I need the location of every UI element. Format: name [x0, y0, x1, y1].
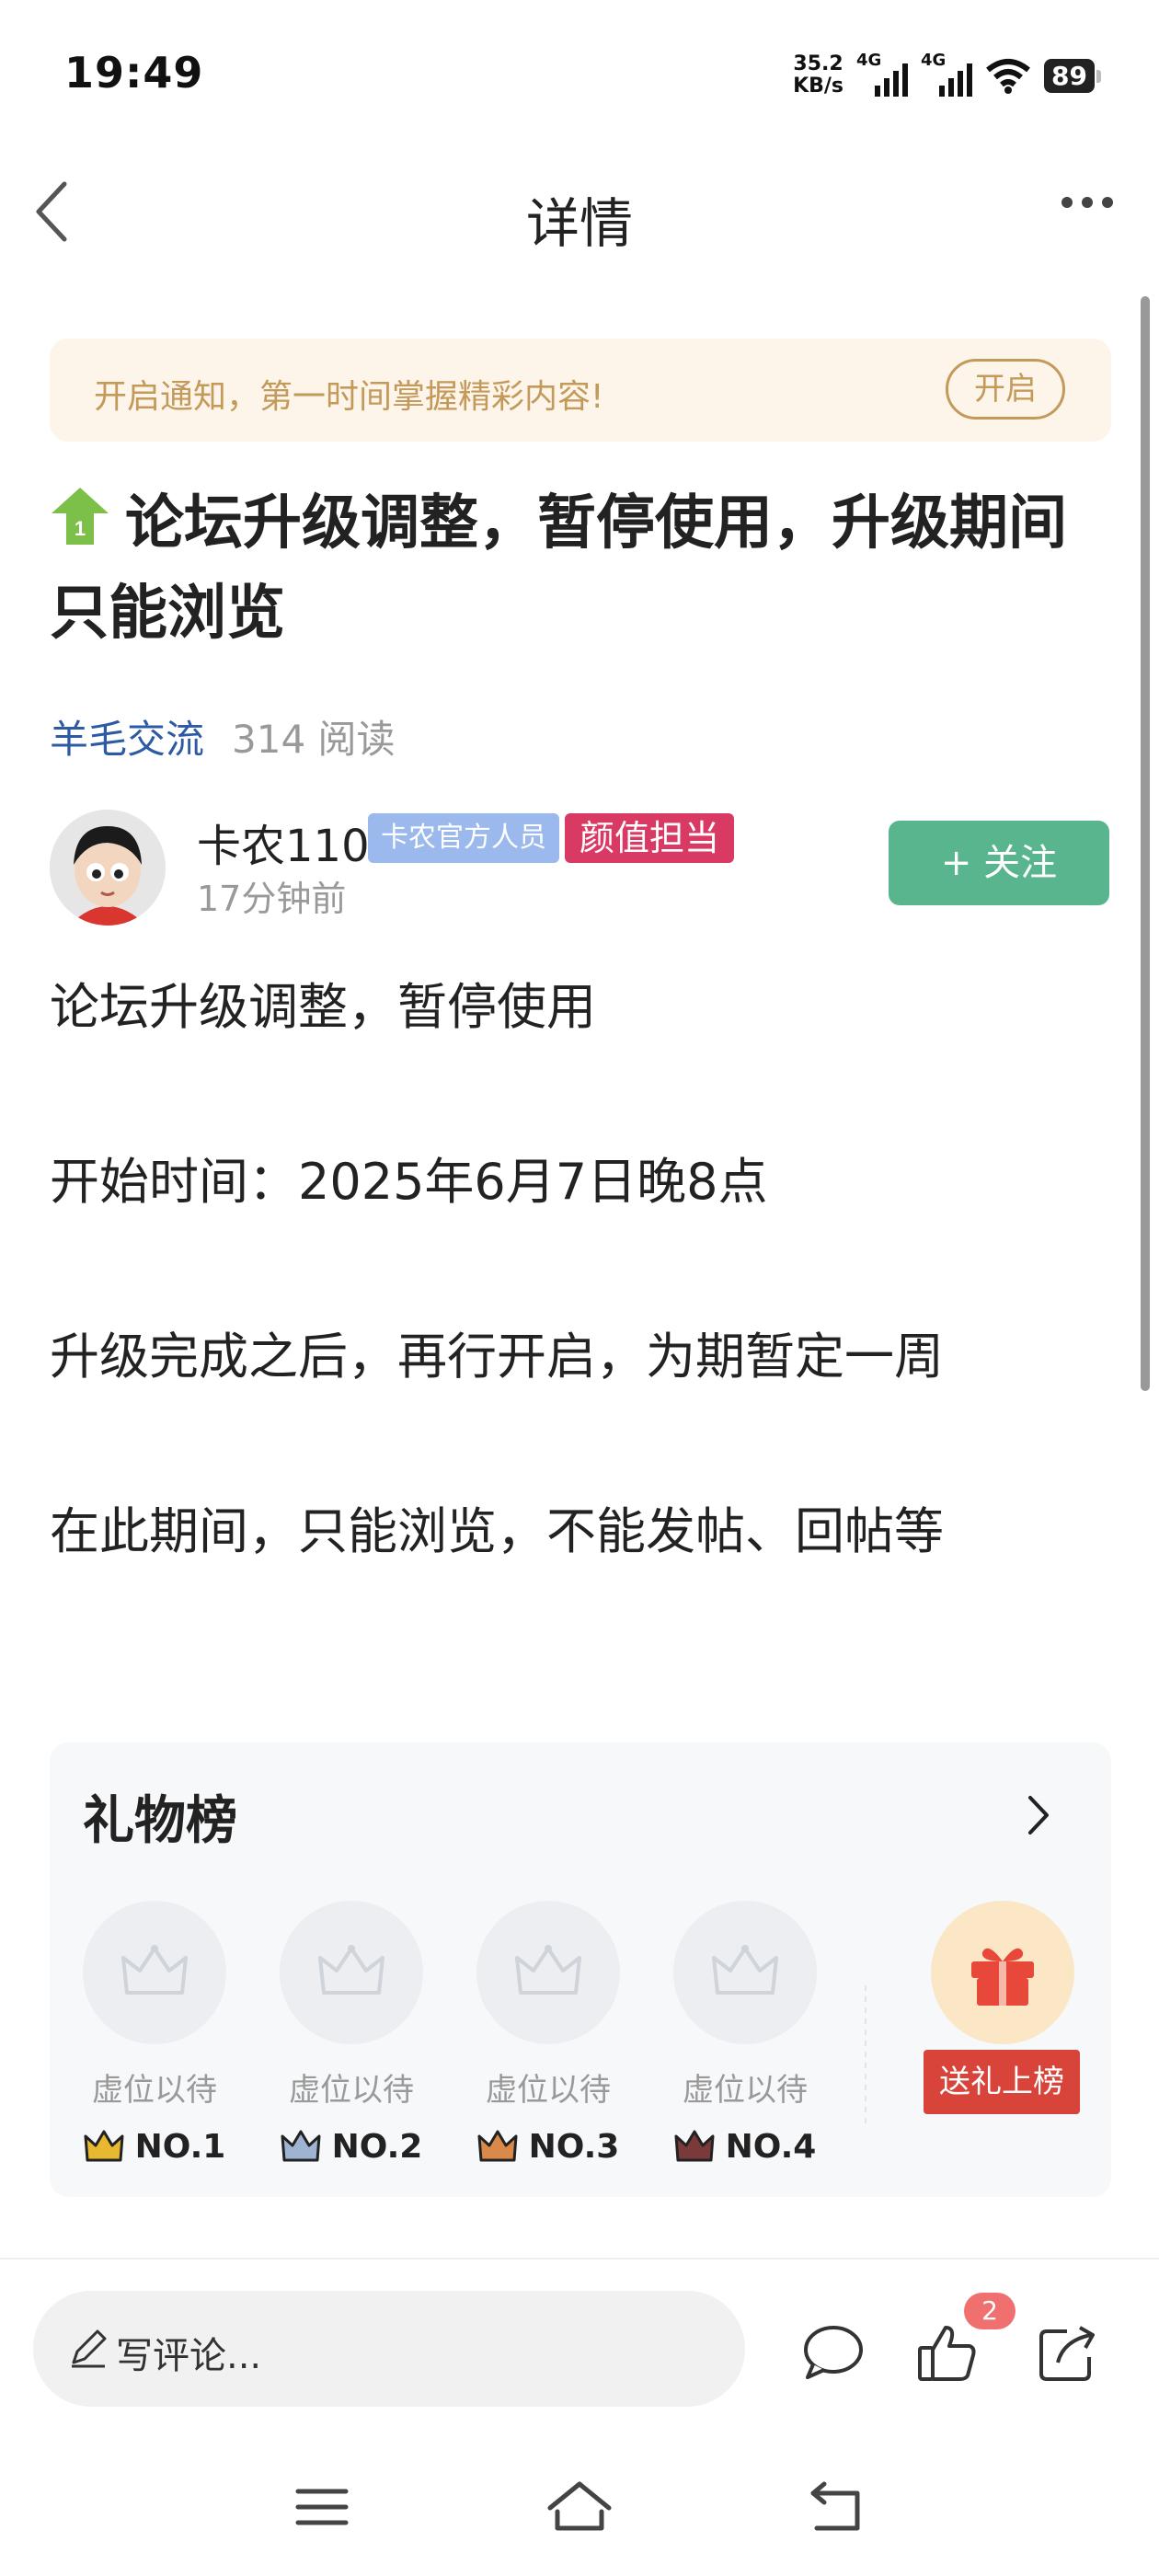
signal-icon: 4G [921, 51, 973, 97]
slot-rank: NO.1 [81, 2128, 228, 2166]
category-link[interactable]: 羊毛交流 [50, 717, 204, 762]
official-badge: 卡农官方人员 [368, 813, 559, 863]
crown-outline-icon [121, 1945, 188, 1995]
comment-placeholder: 写评论... [116, 2335, 262, 2377]
slot-label: 虚位以待 [289, 2072, 414, 2109]
empty-slot-avatar [83, 1901, 226, 2044]
back-icon[interactable] [800, 2475, 874, 2539]
empty-slot-avatar [280, 1901, 423, 2044]
body-paragraph: 论坛升级调整，暂停使用 [50, 978, 596, 1036]
pencil-icon [72, 2329, 107, 2368]
slot-rank: NO.2 [278, 2128, 425, 2166]
avatar[interactable] [50, 810, 166, 926]
gift-ranking-card: 礼物榜 虚位以待 NO.1 虚位以待 NO.2 虚位以待 NO.3 虚位以待 N… [50, 1742, 1111, 2197]
page-header: 详情 [0, 166, 1159, 258]
empty-slot-avatar [476, 1901, 620, 2044]
thumbs-up-icon[interactable] [914, 2322, 981, 2383]
status-time: 19:49 [64, 48, 204, 98]
comment-input[interactable]: 写评论... [33, 2291, 745, 2407]
enable-notification-button[interactable]: 开启 [946, 359, 1065, 420]
divider [0, 2258, 1159, 2260]
crown-outline-icon [318, 1945, 384, 1995]
gold-crown-icon [84, 2130, 124, 2161]
chevron-right-icon[interactable] [1019, 1790, 1056, 1840]
read-count: 314 阅读 [232, 717, 396, 762]
page-title: 详情 [525, 192, 633, 255]
gift-button[interactable] [931, 1901, 1074, 2044]
empty-slot-avatar [673, 1901, 817, 2044]
follow-button[interactable]: + 关注 [889, 821, 1109, 905]
slot-label: 虚位以待 [92, 2072, 217, 2109]
crown-outline-icon [515, 1945, 581, 1995]
status-bar: 19:49 35.2 KB/s 4G 4G 89 [0, 0, 1159, 147]
gift-slot-3[interactable]: 虚位以待 NO.3 [475, 1901, 622, 2166]
gift-slot-4[interactable]: 虚位以待 NO.4 [671, 1901, 819, 2166]
gift-slot-1[interactable]: 虚位以待 NO.1 [81, 1901, 228, 2166]
author-name[interactable]: 卡农110 [197, 810, 370, 874]
notification-text: 开启通知，第一时间掌握精彩内容! [94, 378, 604, 416]
slot-label: 虚位以待 [486, 2072, 611, 2109]
divider [865, 1985, 866, 2123]
gift-slot-2[interactable]: 虚位以待 NO.2 [278, 1901, 425, 2166]
like-count-badge: 2 [964, 2293, 1016, 2329]
status-indicators: 35.2 KB/s 4G 4G 89 [793, 51, 1101, 98]
more-options-icon[interactable] [1061, 197, 1113, 208]
menu-icon[interactable] [285, 2475, 359, 2539]
scrollbar[interactable] [1141, 296, 1150, 1391]
post-meta: 羊毛交流 314 阅读 [50, 708, 396, 765]
bronze-crown-icon [477, 2130, 518, 2161]
crown-outline-icon [712, 1945, 778, 1995]
slot-label: 虚位以待 [683, 2072, 808, 2109]
network-speed: 35.2 KB/s [793, 52, 844, 98]
signal-icon: 4G [856, 51, 909, 97]
post-title: 1 论坛升级调整，暂停使用，升级期间只能浏览 [50, 478, 1117, 659]
post-time: 17分钟前 [197, 879, 347, 919]
silver-crown-icon [281, 2130, 321, 2161]
upgrade-arrow-icon: 1 [52, 488, 109, 545]
slot-rank: NO.4 [671, 2128, 819, 2166]
comment-icon[interactable] [800, 2322, 866, 2383]
rank-number: 1 [75, 517, 86, 540]
battery-indicator: 89 [1044, 58, 1101, 93]
gift-box-icon [971, 1948, 1034, 2006]
send-gift-button[interactable]: 送礼上榜 [924, 2050, 1080, 2114]
wifi-icon [986, 59, 1030, 94]
gift-ranking-title: 礼物榜 [83, 1791, 237, 1851]
dark-crown-icon [674, 2130, 715, 2161]
body-paragraph: 在此期间，只能浏览，不能发帖、回帖等 [50, 1502, 944, 1560]
notification-banner: 开启通知，第一时间掌握精彩内容! 开启 [50, 339, 1111, 442]
post-body: 论坛升级调整，暂停使用 开始时间：2025年6月7日晚8点 升级完成之后，再行开… [50, 966, 1117, 1665]
body-paragraph: 升级完成之后，再行开启，为期暂定一周 [50, 1328, 944, 1386]
slot-rank: NO.3 [475, 2128, 622, 2166]
share-icon[interactable] [1036, 2322, 1102, 2383]
home-icon[interactable] [543, 2475, 616, 2539]
body-paragraph: 开始时间：2025年6月7日晚8点 [50, 1153, 768, 1211]
honor-badge: 颜值担当 [565, 813, 735, 863]
